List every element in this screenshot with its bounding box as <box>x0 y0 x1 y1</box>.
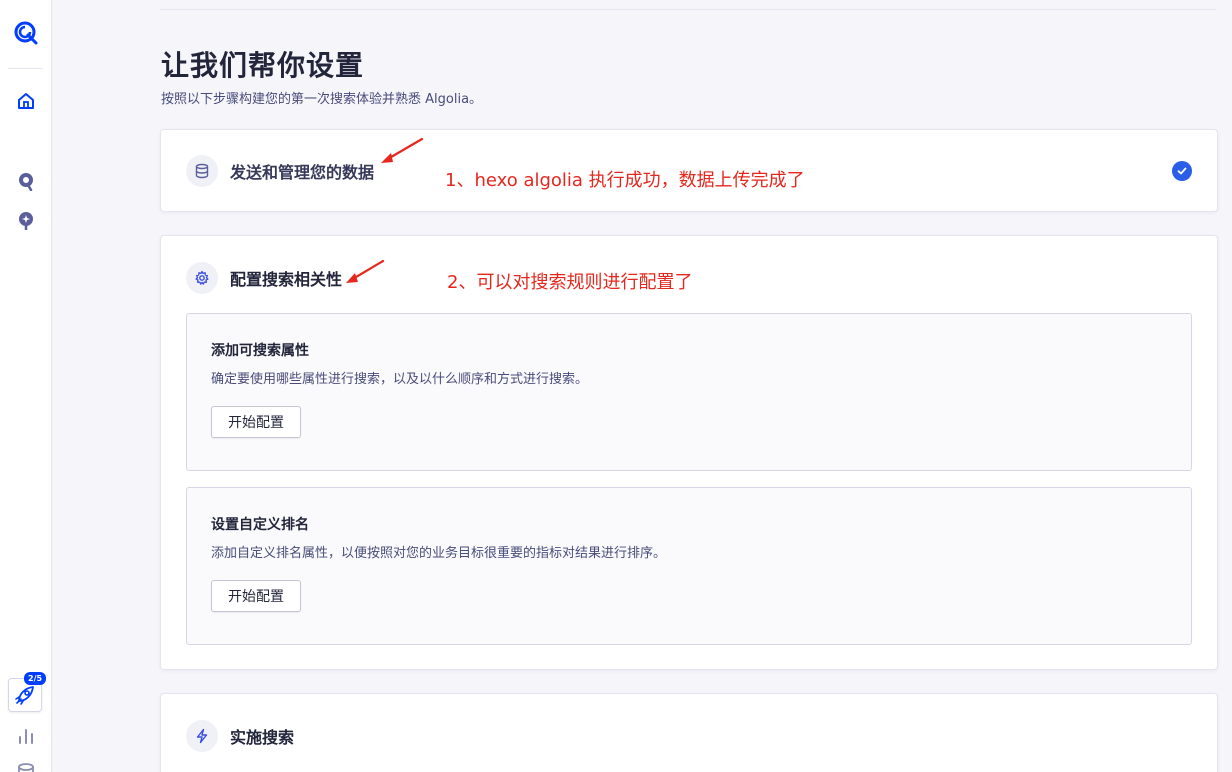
completed-check-icon <box>1172 161 1192 181</box>
task-title: 添加可搜索属性 <box>211 343 309 359</box>
data-sources-icon[interactable] <box>17 763 35 772</box>
task-custom-ranking: 设置自定义排名 添加自定义排名属性，以便按照对您的业务目标很重要的指标对结果进行… <box>186 487 1192 645</box>
algolia-logo-icon[interactable] <box>13 20 39 46</box>
rocket-icon <box>14 684 36 706</box>
annotation-arrow-1 <box>381 137 424 163</box>
step-card-relevance: 配置搜索相关性 添加可搜索属性 确定要使用哪些属性进行搜索，以及以什么顺序和方式… <box>160 235 1218 670</box>
step-title: 配置搜索相关性 <box>230 270 343 289</box>
task-description: 添加自定义排名属性，以便按照对您的业务目标很重要的指标对结果进行排序。 <box>211 546 667 561</box>
recommend-product-icon[interactable] <box>17 210 35 230</box>
task-description: 确定要使用哪些属性进行搜索，以及以什么顺序和方式进行搜索。 <box>211 372 589 387</box>
step-title: 实施搜索 <box>230 728 295 747</box>
start-config-button[interactable]: 开始配置 <box>211 406 301 438</box>
onboarding-progress-badge: 2/5 <box>24 672 47 685</box>
task-searchable-attributes: 添加可搜索属性 确定要使用哪些属性进行搜索，以及以什么顺序和方式进行搜索。 开始… <box>186 313 1192 471</box>
annotation-text-2: 2、可以对搜索规则进行配置了 <box>447 272 693 293</box>
task-title: 设置自定义排名 <box>211 517 309 533</box>
start-config-button[interactable]: 开始配置 <box>211 580 301 612</box>
step-title: 发送和管理您的数据 <box>230 163 375 182</box>
lightning-icon <box>186 720 218 752</box>
gear-icon <box>186 262 218 294</box>
search-product-icon[interactable] <box>17 171 35 191</box>
annotation-text-1: 1、hexo algolia 执行成功，数据上传完成了 <box>445 170 805 191</box>
step-card-implement-search[interactable]: 实施搜索 <box>160 693 1218 772</box>
sidebar-divider <box>8 68 43 69</box>
page-subtitle: 按照以下步骤构建您的第一次搜索体验并熟悉 Algolia。 <box>161 92 483 107</box>
database-icon <box>186 155 218 187</box>
top-divider <box>160 9 1216 10</box>
sidebar: 2/5 <box>0 0 52 772</box>
analytics-icon[interactable] <box>17 727 35 745</box>
home-icon[interactable] <box>16 91 36 111</box>
annotation-arrow-2 <box>346 259 385 283</box>
page-title: 让我们帮你设置 <box>161 49 365 82</box>
